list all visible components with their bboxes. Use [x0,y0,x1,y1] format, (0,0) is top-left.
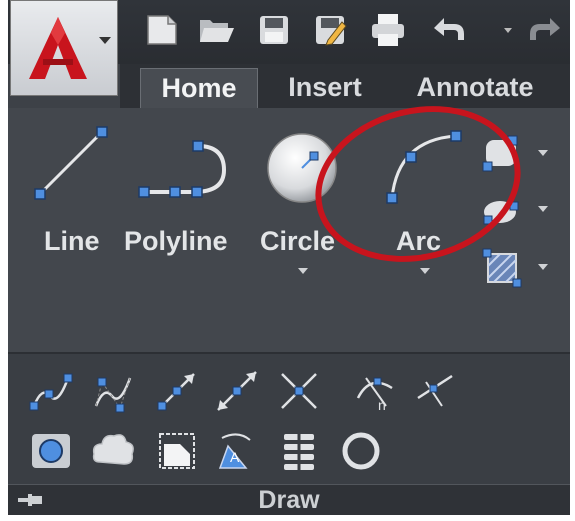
application-menu-button[interactable] [10,0,118,96]
polyline-label: Polyline [124,226,228,256]
new-icon[interactable] [142,10,182,50]
panel-title: Draw [258,486,320,514]
arc-dropdown-icon[interactable] [420,268,430,274]
tab-annotate[interactable]: Annotate [400,68,550,108]
circle-dropdown-icon[interactable] [298,268,308,274]
svg-text:n: n [378,397,386,413]
quick-access-toolbar [8,0,570,96]
line-label: Line [44,226,100,256]
wipeout-icon[interactable] [154,428,200,474]
ellipse-icon[interactable] [480,188,524,232]
save-icon[interactable] [254,10,294,50]
draw-panel-expanded: n A [8,352,570,486]
polyline-icon [138,140,227,198]
helix-icon[interactable] [276,428,322,474]
region-icon[interactable] [28,428,74,474]
construction-line-icon[interactable] [214,368,260,414]
line-button[interactable]: Line [32,122,112,272]
draw-panel-title-bar[interactable]: Draw [8,484,570,515]
tab-insert[interactable]: Insert [270,68,380,108]
svg-text:A: A [230,449,240,465]
divide-icon[interactable]: n [352,368,398,414]
arc-label: Arc [396,226,442,256]
plot-icon[interactable] [368,10,408,50]
undo-icon[interactable] [428,10,468,50]
polyline-button[interactable]: Polyline [120,122,240,272]
circle-button[interactable]: Circle [258,122,348,274]
autocad-logo-icon [29,17,87,79]
ray-icon[interactable] [154,368,200,414]
ribbon-tabs: Home Insert Annotate [120,64,570,108]
undo-dropdown-icon[interactable] [504,28,512,33]
save-as-icon[interactable] [310,10,350,50]
ellipse-dropdown-icon[interactable] [538,206,548,212]
spline-fit-icon[interactable] [28,368,74,414]
arc-icon [386,130,462,204]
arc-button[interactable]: Arc [374,122,474,274]
line-icon [34,126,108,200]
open-icon[interactable] [196,10,236,50]
multiline-icon[interactable] [276,368,322,414]
hatch-dropdown-icon[interactable] [538,264,548,270]
cloud-icon[interactable] [90,428,136,474]
circle-icon [267,133,337,203]
3d-polyline-icon[interactable]: A [214,428,260,474]
circle-label: Circle [260,226,336,256]
redo-icon[interactable] [526,10,566,50]
rectangle-dropdown-icon[interactable] [538,150,548,156]
hatch-icon[interactable] [480,246,524,290]
spline-cv-icon[interactable] [90,368,136,414]
tab-home[interactable]: Home [140,68,258,108]
rectangle-icon[interactable] [480,132,524,176]
chevron-down-icon [99,37,111,44]
autocad-ribbon: Home Insert Annotate Line Polyline Circl… [8,0,570,515]
donut-icon[interactable] [338,428,384,474]
draw-panel-large-tools: Line Polyline Circle Arc [8,108,570,352]
measure-icon[interactable] [412,368,458,414]
